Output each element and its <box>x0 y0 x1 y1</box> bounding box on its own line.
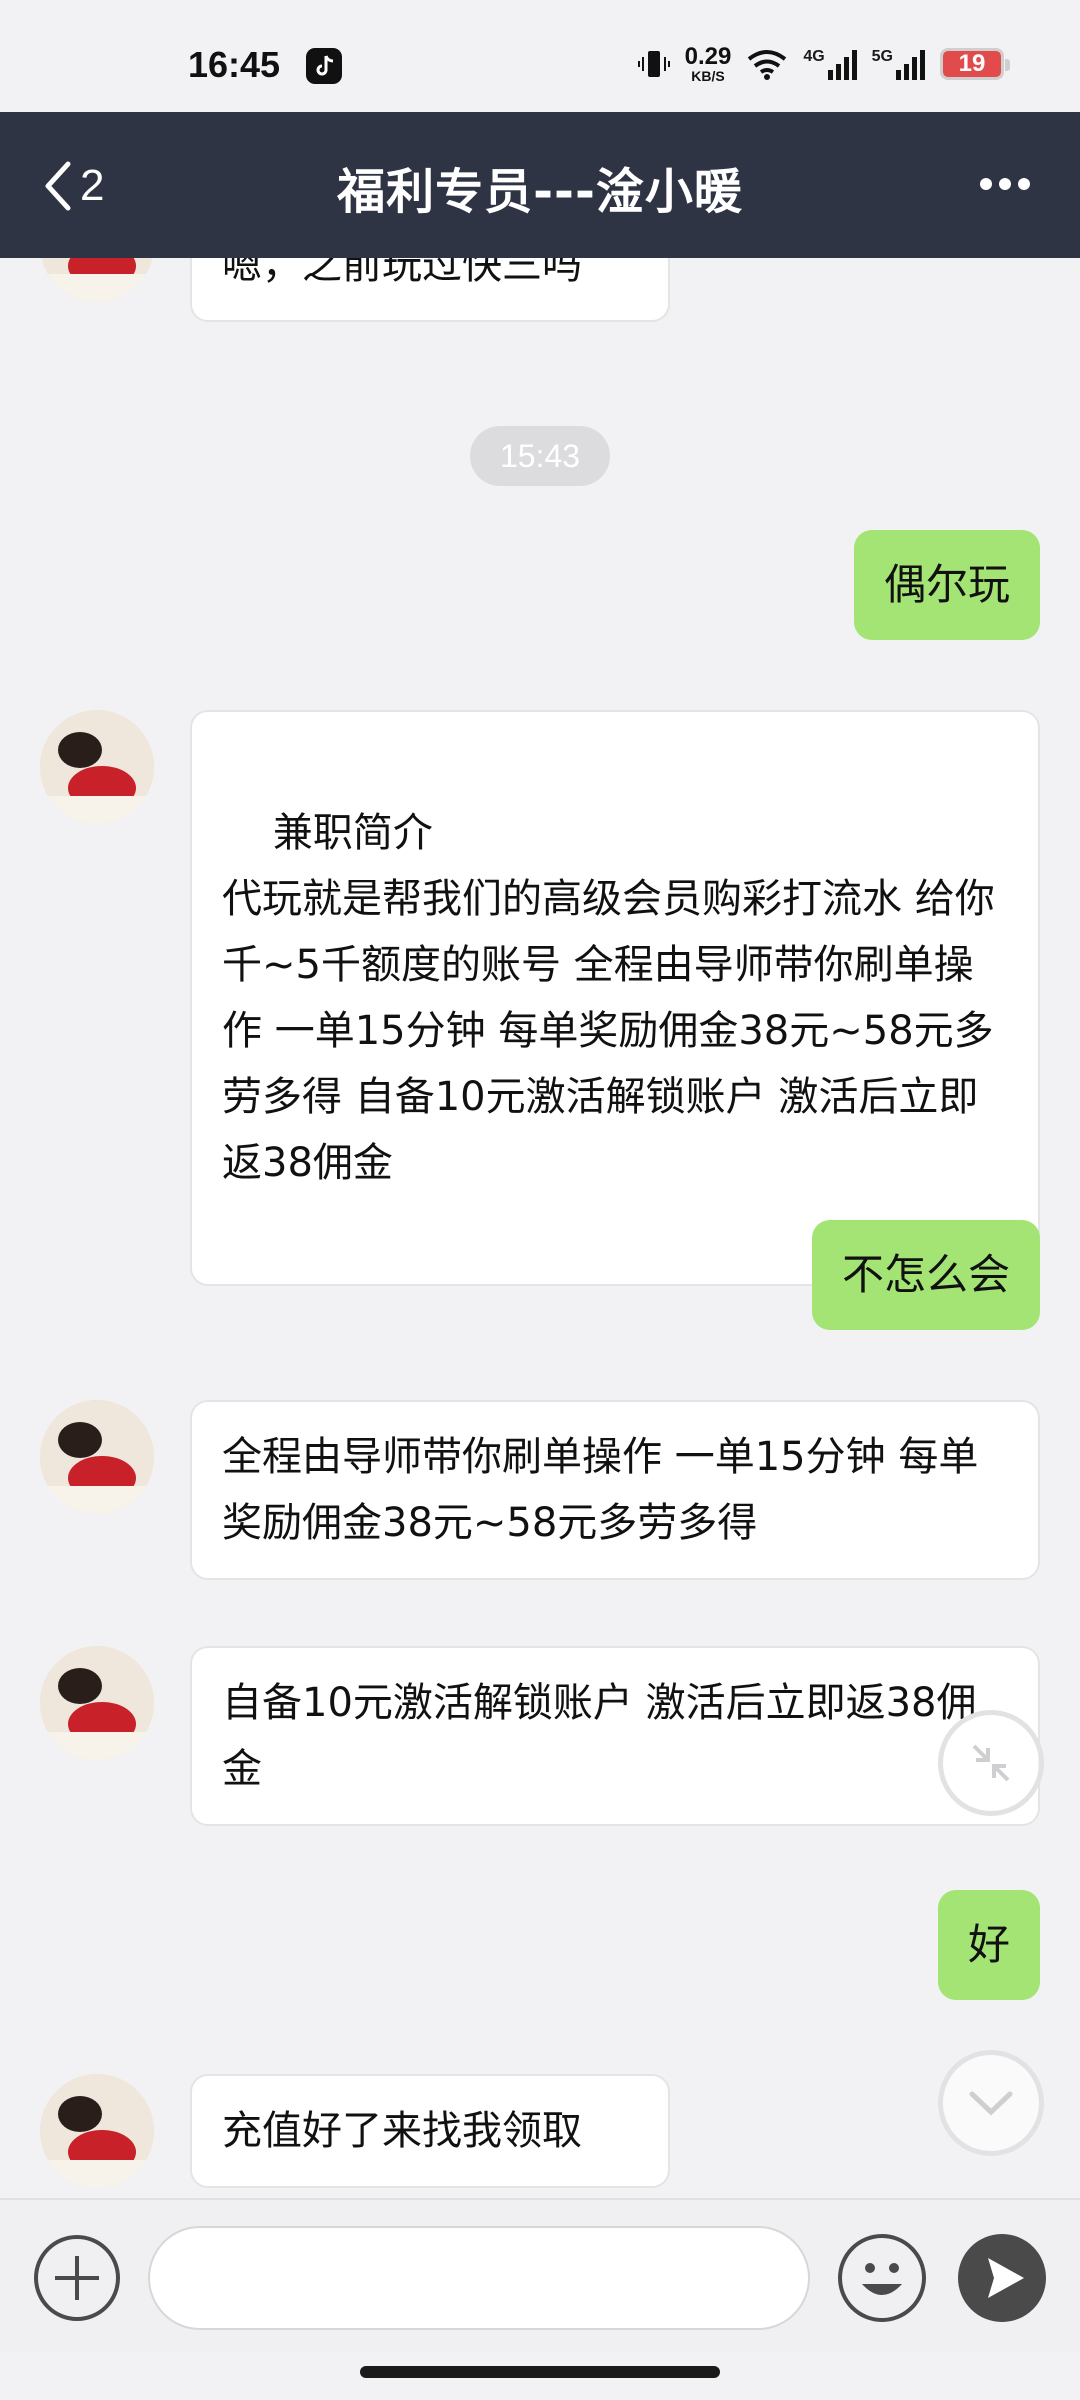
home-indicator[interactable] <box>360 2366 720 2378</box>
outgoing-message[interactable]: 偶尔玩 <box>853 530 1040 640</box>
message-text: 自备10元激活解锁账户 激活后立即返38佣金 <box>222 1680 977 1792</box>
vibrate-icon <box>637 51 670 77</box>
status-indicators: 0.29 KB/S 4G 5G 19 <box>637 43 1010 84</box>
signal-bars-icon <box>827 50 857 80</box>
incoming-message[interactable]: 嗯，之前玩过快三吗 <box>190 258 670 322</box>
avatar-image <box>40 258 154 302</box>
avatar-image <box>40 1400 154 1514</box>
battery-level: 19 <box>958 50 986 77</box>
message-text: 充值好了来找我领取 <box>222 2108 582 2154</box>
message-text: 兼职简介 代玩就是帮我们的高级会员购彩打流水 给你千~5千额度的账号 全程由导师… <box>222 810 995 1186</box>
plus-circle-icon[interactable] <box>34 2235 120 2321</box>
outgoing-message[interactable]: 好 <box>937 1890 1040 2000</box>
more-dots-icon <box>980 178 992 190</box>
contact-avatar[interactable] <box>40 2074 154 2188</box>
send-icon <box>988 2258 1024 2298</box>
outgoing-message[interactable]: 不怎么会 <box>811 1220 1040 1330</box>
collapse-button[interactable] <box>938 1710 1044 1816</box>
net-speed-value: 0.29 <box>684 43 732 70</box>
message-input[interactable] <box>148 2226 810 2330</box>
tiktok-icon <box>306 48 342 84</box>
wifi-icon <box>748 50 787 80</box>
incoming-message[interactable]: 自备10元激活解锁账户 激活后立即返38佣金 <box>190 1646 1040 1826</box>
contact-avatar[interactable] <box>40 710 154 824</box>
chevron-down-icon <box>969 2091 1013 2116</box>
input-bar <box>0 2198 1080 2352</box>
message-text: 偶尔玩 <box>883 560 1010 609</box>
chat-header: 2 福利专员---淦小暖 <box>0 112 1080 258</box>
incoming-message[interactable]: 兼职简介 代玩就是帮我们的高级会员购彩打流水 给你千~5千额度的账号 全程由导师… <box>190 710 1040 1286</box>
avatar-image <box>40 710 154 824</box>
signal-4g: 4G <box>803 48 857 80</box>
signal-bars-icon <box>896 50 925 80</box>
send-button[interactable] <box>958 2234 1046 2322</box>
incoming-message[interactable]: 全程由导师带你刷单操作 一单15分钟 每单奖励佣金38元~58元多劳多得 <box>190 1400 1040 1580</box>
status-time: 16:45 <box>188 44 281 85</box>
message-text: 嗯，之前玩过快三吗 <box>222 258 582 288</box>
more-dots-icon <box>1018 178 1030 190</box>
scroll-down-button[interactable] <box>938 2050 1044 2156</box>
collapse-arrows-icon <box>972 1744 1010 1782</box>
chat-messages[interactable]: 嗯，之前玩过快三吗 15:43 偶尔玩 兼职简介 代玩就是帮我们的高级会员购彩打… <box>0 258 1080 2198</box>
chat-title: 福利专员---淦小暖 <box>337 164 743 220</box>
more-button[interactable] <box>970 164 1040 204</box>
more-dots-icon <box>999 178 1011 190</box>
net-5g-label: 5G <box>871 48 893 65</box>
avatar-image <box>40 2074 154 2188</box>
status-bar: 16:45 0.29 KB/S 4G 5G 19 <box>0 0 1080 112</box>
contact-avatar[interactable] <box>40 1646 154 1760</box>
net-speed-unit: KB/S <box>691 68 725 84</box>
message-text: 好 <box>967 1920 1010 1969</box>
smiley-icon[interactable] <box>838 2234 926 2322</box>
message-text: 不怎么会 <box>841 1250 1010 1299</box>
contact-avatar[interactable] <box>40 258 154 302</box>
message-text: 全程由导师带你刷单操作 一单15分钟 每单奖励佣金38元~58元多劳多得 <box>222 1434 979 1546</box>
net-4g-label: 4G <box>803 48 825 65</box>
signal-5g: 5G <box>872 48 926 80</box>
net-speed: 0.29 KB/S <box>684 43 732 84</box>
avatar-image <box>40 1646 154 1760</box>
incoming-message[interactable]: 充值好了来找我领取 <box>190 2074 670 2188</box>
battery-indicator: 19 <box>940 48 1010 80</box>
timestamp-chip: 15:43 <box>470 426 610 486</box>
contact-avatar[interactable] <box>40 1400 154 1514</box>
